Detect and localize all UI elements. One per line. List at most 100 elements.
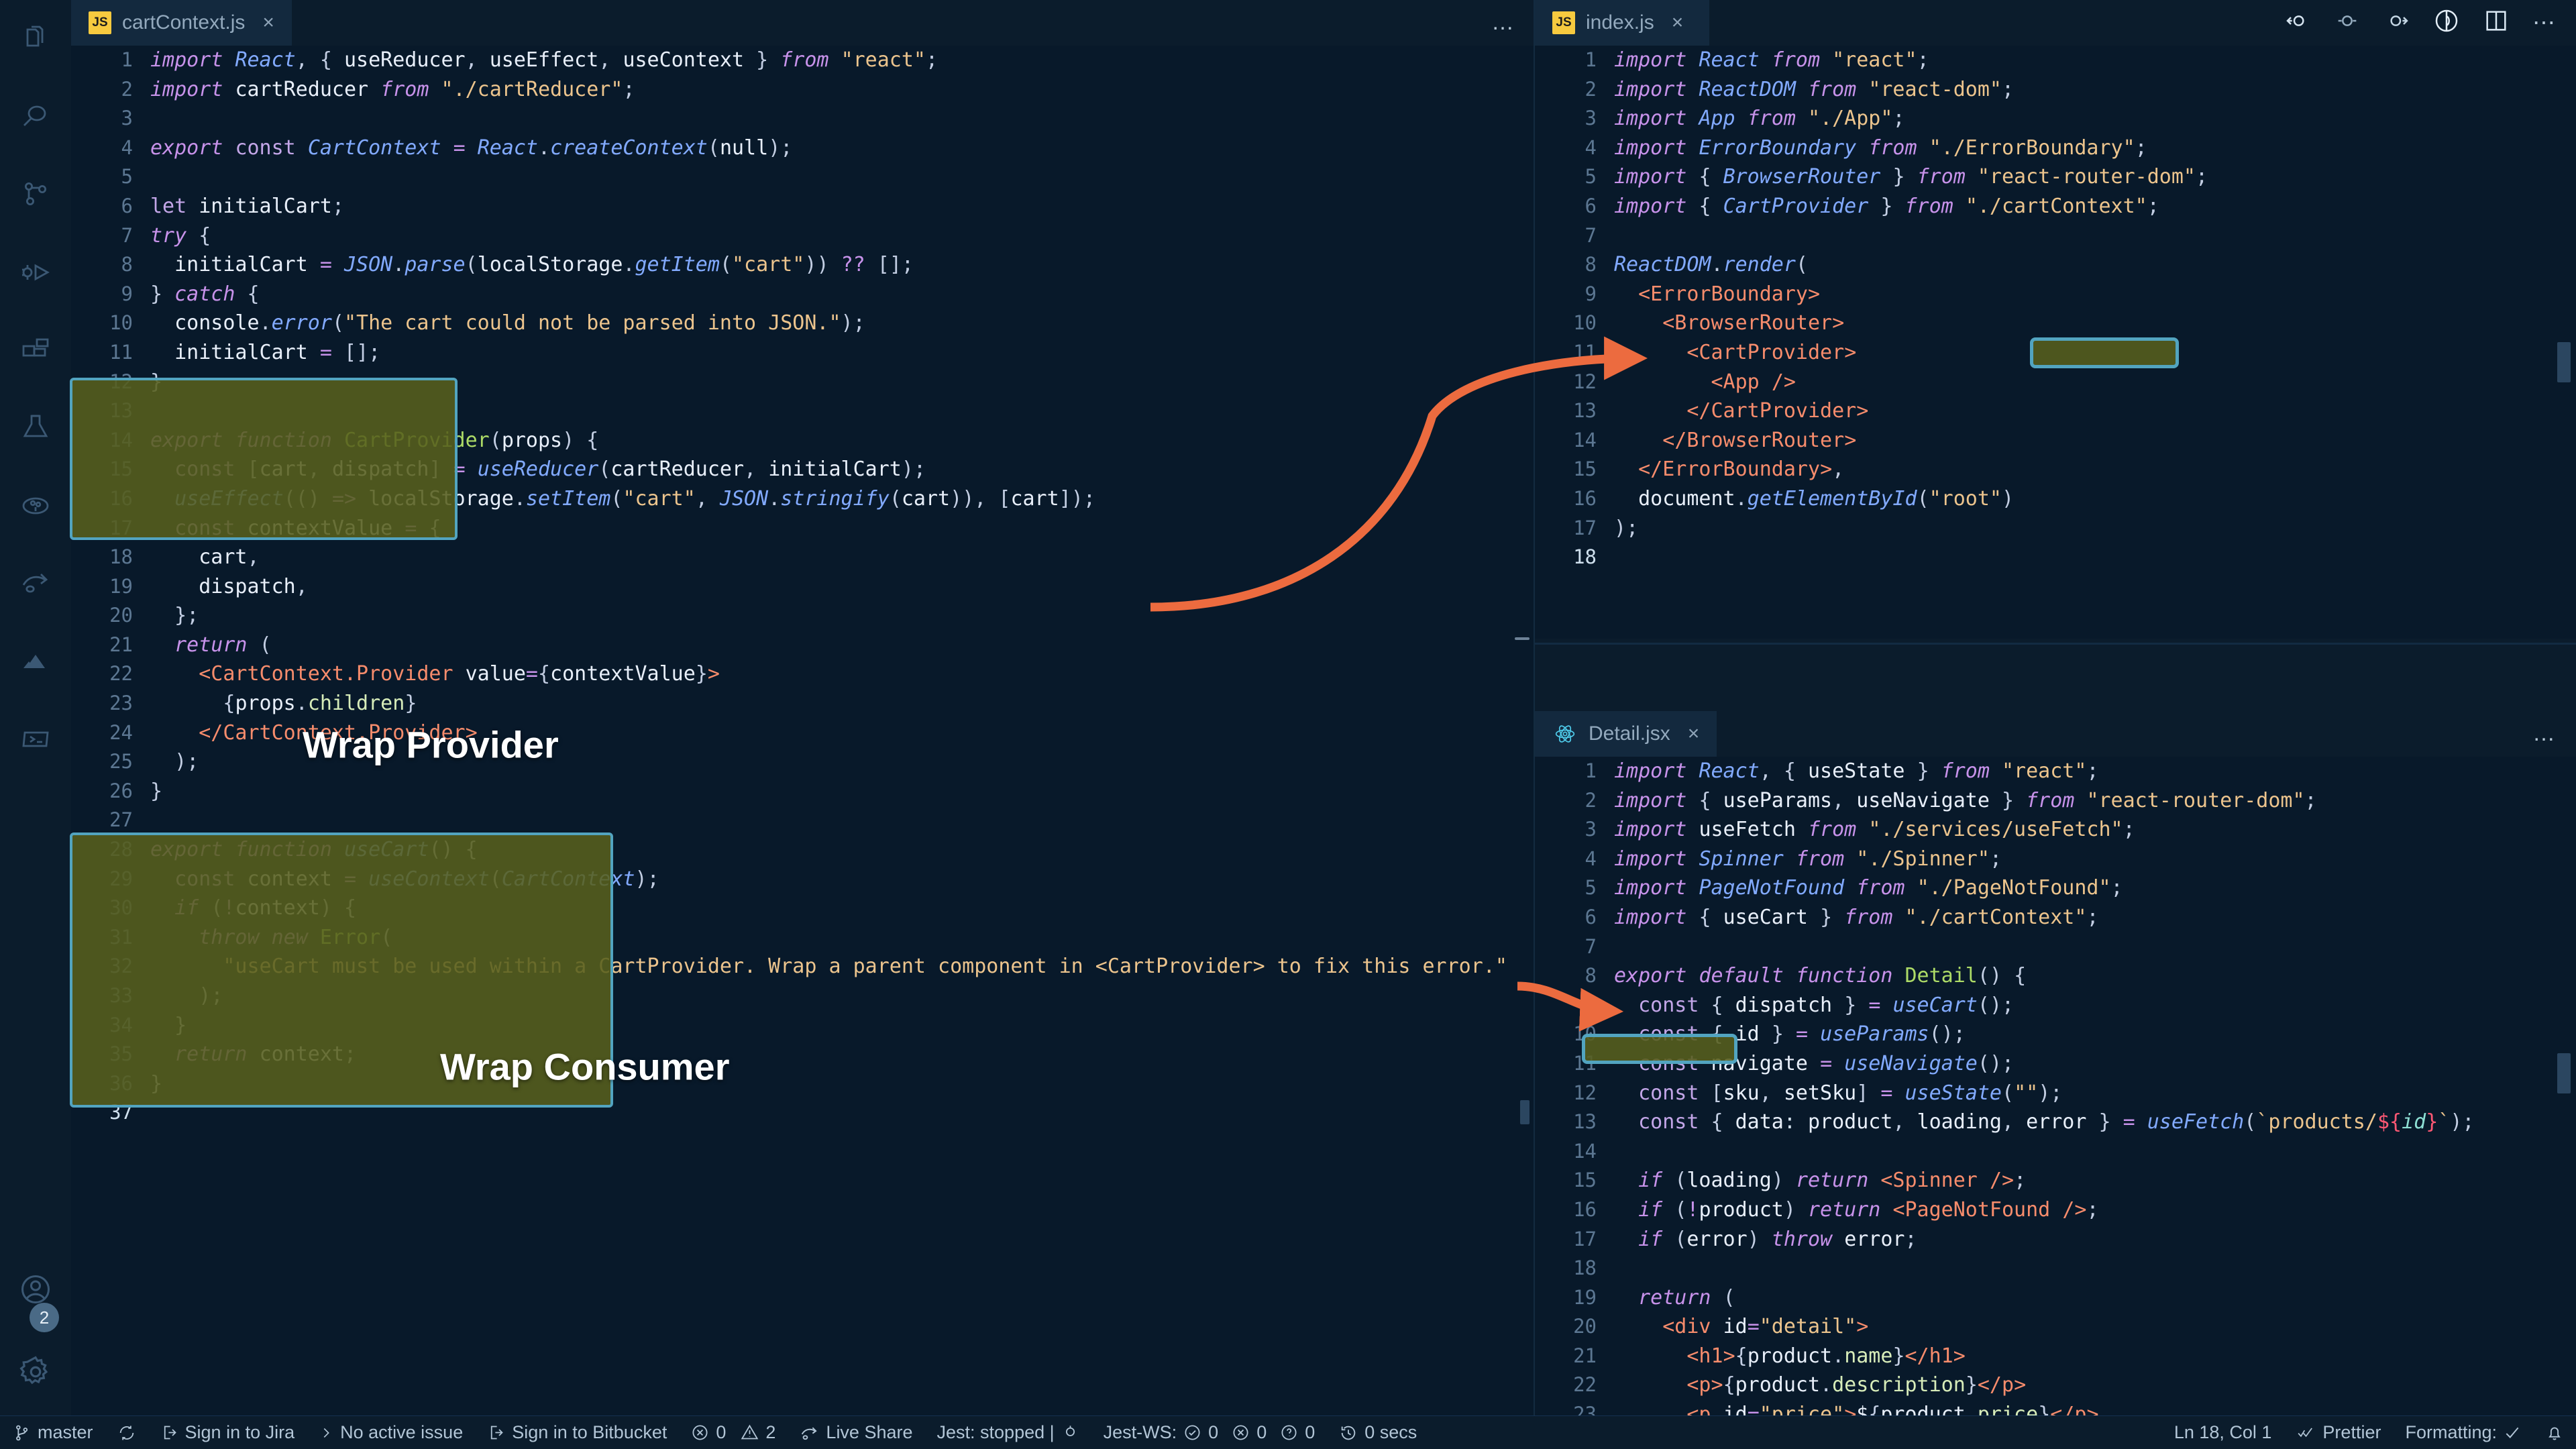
code-line[interactable]: 6 let initialCart; [71, 192, 1535, 221]
editor-group-resize-handle[interactable] [1515, 637, 1529, 640]
code-line[interactable]: 2 import { useParams, useNavigate } from … [1535, 786, 2576, 816]
code-line[interactable]: 13 </CartProvider> [1535, 396, 2576, 426]
code-line[interactable]: 15 if (loading) return <Spinner />; [1535, 1166, 2576, 1195]
more-actions-icon[interactable]: … [1491, 9, 1516, 36]
scrollbar-right-top[interactable] [2557, 342, 2571, 382]
scrollbar-left[interactable] [1520, 1100, 1529, 1124]
code-line[interactable]: 12 <App /> [1535, 368, 2576, 397]
code-line[interactable]: 7 [1535, 932, 2576, 962]
prettier-status[interactable]: Prettier [2284, 1416, 2393, 1449]
code-line[interactable]: 1 import React, { useReducer, useEffect, … [71, 46, 1535, 75]
code-line[interactable]: 28 export function useCart() { [71, 835, 1535, 865]
code-line[interactable]: 23 {props.children} [71, 689, 1535, 718]
code-editor-detail[interactable]: 1 import React, { useState } from "react"… [1535, 757, 2576, 1415]
accounts-icon[interactable]: 2 [0, 1250, 71, 1332]
code-line[interactable]: 15 const [cart, dispatch] = useReducer(c… [71, 455, 1535, 484]
code-line[interactable]: 16 document.getElementById("root") [1535, 484, 2576, 514]
code-line[interactable]: 17 if (error) throw error; [1535, 1225, 2576, 1254]
code-line[interactable]: 21 return ( [71, 631, 1535, 660]
code-line[interactable]: 9 const { dispatch } = useCart(); [1535, 991, 2576, 1020]
code-line[interactable]: 5 [71, 162, 1535, 192]
code-line[interactable]: 14 </BrowserRouter> [1535, 426, 2576, 455]
code-line[interactable]: 13 const { data: product, loading, error… [1535, 1108, 2576, 1137]
code-line[interactable]: 4 export const CartContext = React.create… [71, 133, 1535, 163]
code-line[interactable]: 14 [1535, 1137, 2576, 1167]
jest-icon[interactable] [0, 467, 71, 545]
tab-index-js[interactable]: JS index.js × [1535, 0, 1709, 46]
code-line[interactable]: 1 import React from "react"; [1535, 46, 2576, 75]
code-line[interactable]: 32 "useCart must be used within a CartPr… [71, 952, 1535, 981]
code-line[interactable]: 12 const [sku, setSku] = useState(""); [1535, 1079, 2576, 1108]
code-line[interactable]: 35 return context; [71, 1040, 1535, 1069]
debug-console-icon[interactable] [2433, 7, 2460, 38]
code-line[interactable]: 11 const navigate = useNavigate(); [1535, 1049, 2576, 1079]
code-line[interactable]: 19 dispatch, [71, 572, 1535, 602]
code-line[interactable]: 6 import { CartProvider } from "./cartCon… [1535, 192, 2576, 221]
bitbucket-status[interactable]: Sign in to Bitbucket [475, 1416, 679, 1449]
code-line[interactable]: 20 }; [71, 601, 1535, 631]
jest-status[interactable]: Jest: stopped | [925, 1416, 1091, 1449]
code-line[interactable]: 17 const contextValue = { [71, 514, 1535, 543]
close-icon[interactable]: × [1688, 722, 1700, 745]
jira-status[interactable]: Sign in to Jira [148, 1416, 307, 1449]
code-line[interactable]: 22 <p>{product.description}</p> [1535, 1371, 2576, 1400]
sentry-icon[interactable] [0, 623, 71, 700]
cursor-position-status[interactable]: Ln 18, Col 1 [2162, 1416, 2284, 1449]
code-line[interactable]: 25 ); [71, 747, 1535, 777]
close-icon[interactable]: × [1672, 11, 1684, 34]
live-share-icon[interactable] [0, 545, 71, 623]
code-line[interactable]: 13 [71, 396, 1535, 426]
live-share-status[interactable]: Live Share [788, 1416, 924, 1449]
code-line[interactable]: 2 import ReactDOM from "react-dom"; [1535, 75, 2576, 105]
code-line[interactable]: 11 <CartProvider> [1535, 338, 2576, 368]
code-line[interactable]: 8 export default function Detail() { [1535, 961, 2576, 991]
code-line[interactable]: 18 [1535, 1254, 2576, 1283]
code-line[interactable]: 17); [1535, 514, 2576, 543]
code-editor-cartcontext[interactable]: 1 import React, { useReducer, useEffect, … [71, 46, 1535, 1415]
code-line[interactable]: 15 </ErrorBoundary>, [1535, 455, 2576, 484]
code-line[interactable]: 31 throw new Error( [71, 923, 1535, 953]
code-line[interactable]: 21 <h1>{product.name}</h1> [1535, 1342, 2576, 1371]
code-line[interactable]: 11 initialCart = []; [71, 338, 1535, 368]
code-line[interactable]: 14 export function CartProvider(props) { [71, 426, 1535, 455]
code-line[interactable]: 18 [1535, 543, 2576, 572]
code-line[interactable]: 27 [71, 806, 1535, 835]
testing-icon[interactable] [0, 389, 71, 467]
code-line[interactable]: 8 initialCart = JSON.parse(localStorage.… [71, 250, 1535, 280]
code-line[interactable]: 26} [71, 777, 1535, 806]
settings-gear-icon[interactable] [0, 1328, 71, 1415]
debug-dot-icon[interactable] [2334, 7, 2361, 38]
split-editor-icon[interactable] [2483, 7, 2510, 38]
extensions-icon[interactable] [0, 311, 71, 389]
code-line[interactable]: 10 const { id } = useParams(); [1535, 1020, 2576, 1049]
code-line[interactable]: 12} [71, 368, 1535, 397]
more-actions-icon[interactable]: ⋯ [2532, 9, 2557, 36]
explorer-icon[interactable] [0, 0, 71, 78]
sync-status[interactable] [105, 1416, 148, 1449]
code-line[interactable]: 6 import { useCart } from "./cartContext"… [1535, 903, 2576, 932]
search-icon[interactable] [0, 78, 71, 156]
code-line[interactable]: 19 return ( [1535, 1283, 2576, 1313]
step-back-icon[interactable] [2284, 7, 2311, 38]
scrollbar-right-bottom[interactable] [2557, 1053, 2571, 1093]
code-line[interactable]: 22 <CartContext.Provider value={contextV… [71, 659, 1535, 689]
close-icon[interactable]: × [262, 11, 274, 34]
active-issue-status[interactable]: No active issue [307, 1416, 475, 1449]
code-line[interactable]: 36} [71, 1069, 1535, 1099]
notifications-status[interactable] [2533, 1416, 2576, 1449]
code-line[interactable]: 1 import React, { useState } from "react"… [1535, 757, 2576, 786]
jest-ws-status[interactable]: Jest-WS: 0 0 0 [1091, 1416, 1328, 1449]
code-line[interactable]: 4 import Spinner from "./Spinner"; [1535, 845, 2576, 874]
code-line[interactable]: 33 ); [71, 981, 1535, 1011]
code-line[interactable]: 5 import PageNotFound from "./PageNotFoun… [1535, 873, 2576, 903]
code-line[interactable]: 3 import useFetch from "./services/useFet… [1535, 815, 2576, 845]
code-line[interactable]: 34 } [71, 1011, 1535, 1040]
run-and-debug-icon[interactable] [0, 233, 71, 311]
code-line[interactable]: 9 <ErrorBoundary> [1535, 280, 2576, 309]
tab-detail-jsx[interactable]: Detail.jsx × [1535, 711, 1717, 757]
code-line[interactable]: 16 useEffect(() => localStorage.setItem(… [71, 484, 1535, 514]
code-line[interactable]: 7 try { [71, 221, 1535, 251]
code-line[interactable]: 10 console.error("The cart could not be … [71, 309, 1535, 338]
code-line[interactable]: 7 [1535, 221, 2576, 251]
jest-time-status[interactable]: 0 secs [1327, 1416, 1429, 1449]
